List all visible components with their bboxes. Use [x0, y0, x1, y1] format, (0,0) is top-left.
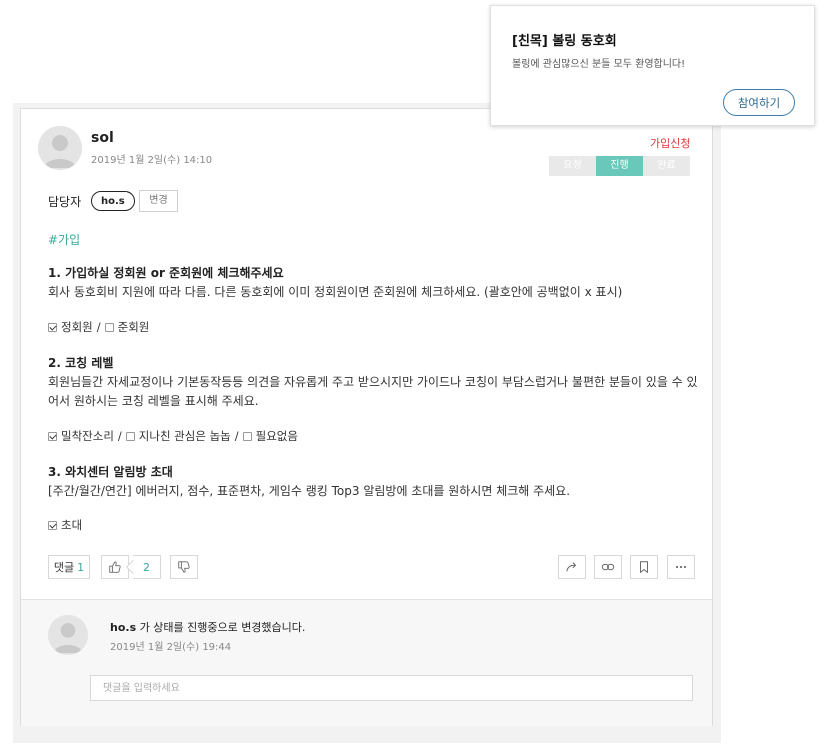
post-date: 2019년 1월 2일(수) 14:10 [91, 155, 213, 166]
activity-message: ho.s 가 상태를 진행중으로 변경했습니다. [110, 619, 305, 635]
change-assignee-button[interactable]: 변경 [139, 190, 178, 212]
more-icon [676, 565, 686, 569]
group-title: [친목] 볼링 동호회 [512, 34, 617, 49]
user-silhouette-icon [48, 615, 88, 655]
comments-count: 1 [77, 560, 85, 574]
checkbox-unchecked[interactable] [242, 431, 252, 441]
activity-user-avatar[interactable] [48, 615, 88, 655]
question-2-answer: 밀착잔소리 / 지나친 관심은 놉놉 / 필요없음 [48, 428, 298, 444]
step-requested[interactable]: 요청 [549, 156, 596, 176]
link-icon [601, 563, 615, 571]
user-silhouette-icon [38, 126, 82, 170]
assignee-label: 담당자 [48, 195, 82, 209]
question-2-title: 2. 코칭 레벨 [48, 356, 114, 370]
copy-link-button[interactable] [594, 555, 622, 579]
checkbox-checked[interactable] [48, 520, 57, 530]
activity-date: 2019년 1월 2일(수) 19:44 [110, 642, 232, 653]
question-2-description: 회원님들간 자세교정이나 기본동작등등 의견을 자유롭게 주고 받으시지만 가이… [48, 375, 698, 408]
option-label: 지나친 관심은 놉놉 [138, 429, 231, 443]
checkbox-unchecked[interactable] [125, 431, 135, 441]
question-1-description: 회사 동호회비 지원에 따라 다름. 다른 동호회에 이미 정회원이면 준회원에… [48, 285, 623, 299]
progress-steps: 요청 진행 완료 [549, 156, 690, 176]
bookmark-icon [640, 561, 648, 574]
share-icon [566, 562, 577, 572]
thumbs-up-icon [109, 561, 121, 573]
comments-button[interactable]: 댓글 1 [48, 555, 90, 579]
option-label: 필요없음 [255, 429, 298, 443]
option-label: 밀착잔소리 [61, 429, 114, 443]
step-in-progress[interactable]: 진행 [596, 156, 643, 176]
question-3-title: 3. 와치센터 알림방 초대 [48, 465, 173, 479]
option-label: 준회원 [117, 320, 150, 334]
checkbox-checked[interactable] [48, 322, 57, 332]
question-3-description: [주간/월간/연간] 에버러지, 점수, 표준편차, 게임수 랭킹 Top3 알… [48, 484, 571, 498]
question-1-answer: 정회원 / 준회원 [48, 319, 149, 335]
question-1-title: 1. 가입하실 정회원 or 준회원에 체크해주세요 [48, 266, 284, 280]
like-count[interactable]: 2 [133, 555, 161, 579]
comment-input[interactable] [90, 675, 693, 701]
join-button[interactable]: 참여하기 [723, 89, 795, 116]
share-button[interactable] [558, 555, 586, 579]
checkbox-unchecked[interactable] [104, 322, 114, 332]
activity-user[interactable]: ho.s [110, 621, 136, 634]
hashtag-link[interactable]: #가입 [48, 231, 80, 248]
status-link[interactable]: 가입신청 [650, 135, 690, 151]
dislike-button[interactable] [170, 555, 198, 579]
step-done[interactable]: 완료 [643, 156, 690, 176]
activity-text: 가 상태를 진행중으로 변경했습니다. [136, 621, 306, 634]
post-author[interactable]: sol [91, 130, 114, 146]
checkbox-checked[interactable] [48, 431, 57, 441]
assignee-chip[interactable]: ho.s [91, 191, 135, 211]
group-popup: [친목] 볼링 동호회 볼링에 관심많으신 분들 모두 환영합니다! 참여하기 [490, 5, 815, 126]
more-button[interactable] [667, 555, 695, 579]
bookmark-button[interactable] [630, 555, 658, 579]
option-label: 정회원 [61, 320, 93, 334]
group-description: 볼링에 관심많으신 분들 모두 환영합니다! [512, 59, 686, 70]
like-button[interactable] [101, 555, 129, 579]
question-3-answer: 초대 [48, 517, 82, 533]
thumbs-down-icon [178, 561, 190, 573]
author-avatar[interactable] [38, 126, 82, 170]
option-label: 초대 [61, 518, 83, 532]
comments-label: 댓글 [53, 561, 75, 574]
